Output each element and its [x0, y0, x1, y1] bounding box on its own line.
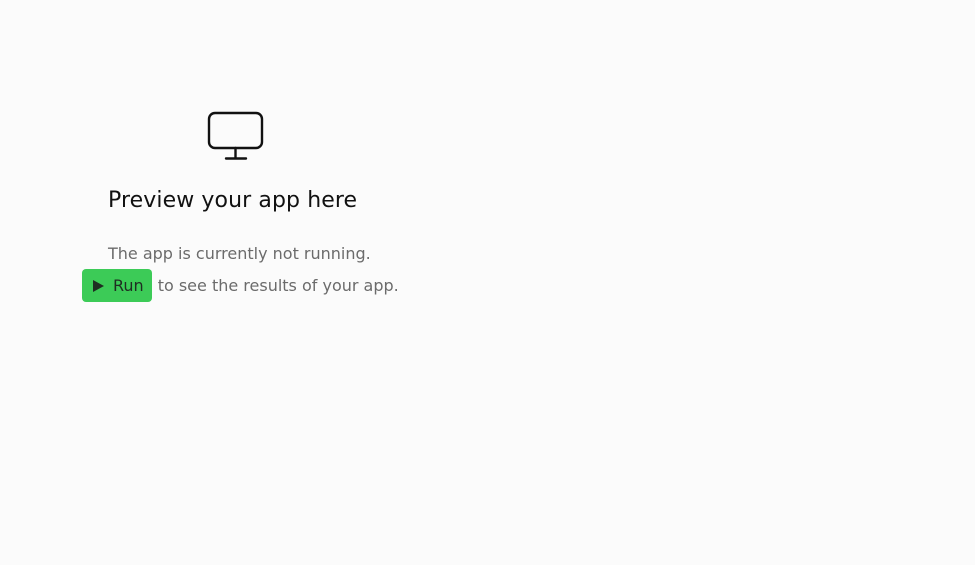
play-icon [93, 279, 104, 292]
run-button[interactable]: Run [82, 269, 152, 302]
status-text: The app is currently not running. [108, 244, 371, 263]
page-title: Preview your app here [108, 188, 358, 213]
run-button-label: Run [113, 276, 144, 295]
run-instruction: Run to see the results of your app. [82, 269, 399, 302]
monitor-icon [207, 111, 264, 160]
preview-panel: Preview your app here The app is current… [0, 0, 975, 565]
run-suffix-text: to see the results of your app. [157, 276, 399, 295]
